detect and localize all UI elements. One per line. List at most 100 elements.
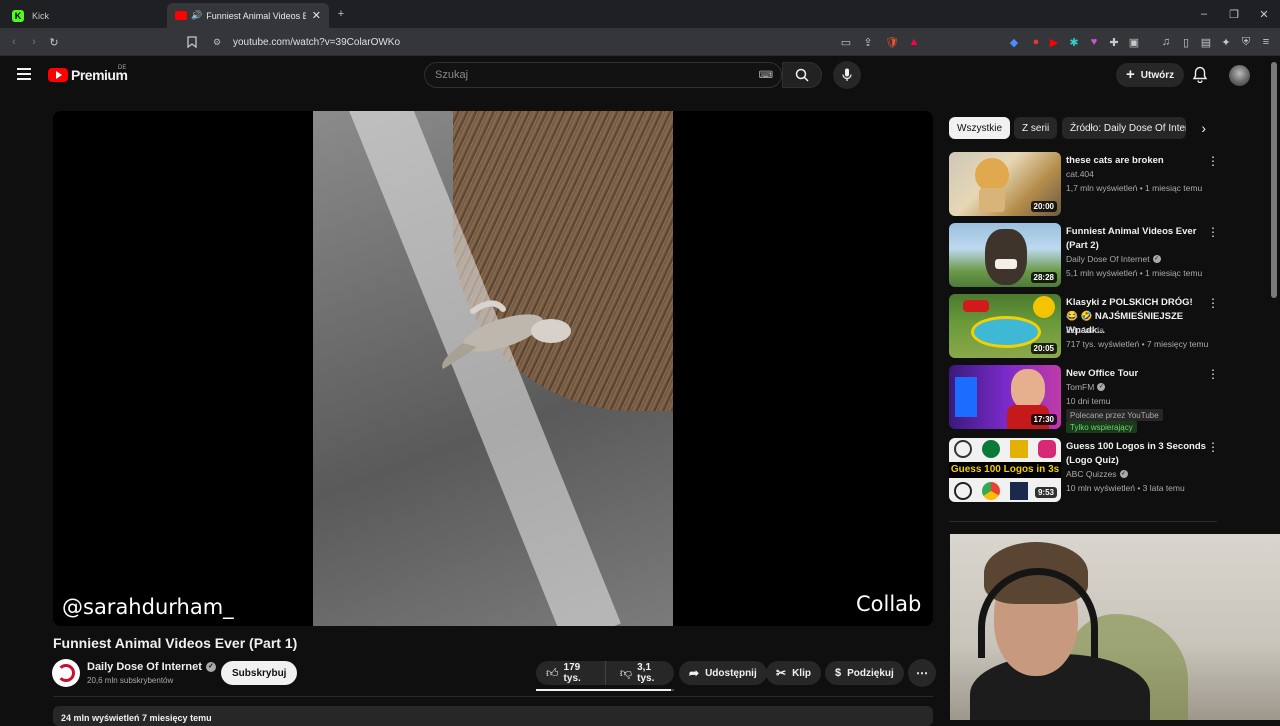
- youtube-premium-logo[interactable]: Premium DE: [48, 65, 128, 83]
- recommendation-stats: 10 mln wyświetleń • 3 lata temu: [1066, 483, 1185, 493]
- chip-all[interactable]: Wszystkie: [949, 117, 1010, 139]
- clip-label: Klip: [792, 667, 811, 679]
- recommendation-channel[interactable]: TomFM ✓: [1066, 382, 1106, 392]
- video-thumbnail[interactable]: 17:30: [949, 365, 1061, 429]
- subscribe-label: Subskrybuj: [232, 667, 287, 679]
- channel-name-link[interactable]: Daily Dose Of Internet ✓: [87, 661, 216, 673]
- like-ratio-fill: [536, 689, 672, 691]
- more-vert-icon[interactable]: ⋮: [1207, 440, 1219, 454]
- cast-icon[interactable]: ▭: [838, 34, 854, 50]
- notifications-bell-icon[interactable]: [1192, 66, 1208, 88]
- leo-icon[interactable]: ✦: [1218, 34, 1234, 50]
- list-item[interactable]: 20:05 Klasyki z POLSKICH DRÓG! 😂 🤣 NAJŚM…: [949, 294, 1229, 360]
- list-item[interactable]: 20:00 these cats are broken cat.404 1,7 …: [949, 152, 1229, 218]
- vpn-icon[interactable]: ⛨: [1238, 34, 1254, 50]
- close-tab-icon[interactable]: ✕: [312, 9, 321, 22]
- sidebar-icon[interactable]: ▯: [1178, 34, 1194, 50]
- brave-rewards-icon[interactable]: ▲: [906, 34, 922, 50]
- thumbs-down-icon: 👎︎: [619, 665, 633, 680]
- recommendation-title: these cats are broken: [1066, 155, 1164, 166]
- plus-icon: +: [1126, 66, 1135, 83]
- menu-icon[interactable]: ≡: [1258, 34, 1274, 50]
- thumb-cup-shape: [979, 188, 1005, 212]
- keyboard-icon[interactable]: ⌨: [759, 70, 773, 81]
- reload-icon[interactable]: ↻: [46, 34, 62, 50]
- search-input[interactable]: Szukaj ⌨: [424, 62, 782, 88]
- more-vert-icon[interactable]: ⋮: [1207, 154, 1219, 168]
- tab-kick[interactable]: K Kick: [4, 3, 164, 28]
- video-thumbnail[interactable]: 20:00: [949, 152, 1061, 216]
- extension-icon[interactable]: ✱: [1066, 34, 1082, 50]
- extension-icon[interactable]: ●: [1028, 34, 1044, 50]
- share-button[interactable]: ➦ Udostępnij: [679, 661, 767, 685]
- chips-next-icon[interactable]: ›: [1186, 117, 1226, 139]
- recommendation-channel[interactable]: EduJazda: [1066, 325, 1104, 335]
- chip-series[interactable]: Z serii: [1014, 117, 1058, 139]
- site-info-icon[interactable]: ⚙: [213, 37, 221, 48]
- bookmark-icon[interactable]: [184, 34, 200, 50]
- share-icon[interactable]: ⇪: [860, 34, 876, 50]
- scissors-icon: ✂: [776, 666, 787, 680]
- video-title: Funniest Animal Videos Ever (Part 1): [53, 635, 298, 651]
- list-item[interactable]: 17:30 New Office Tour TomFM ✓ 10 dni tem…: [949, 365, 1229, 437]
- url-field[interactable]: ⚙ youtube.com/watch?v=39ColarOWKo: [205, 32, 925, 52]
- thanks-button[interactable]: $ Podziękuj: [825, 661, 904, 685]
- recommendation-stats: 1,7 mln wyświetleń • 1 miesiąc temu: [1066, 183, 1203, 193]
- list-item[interactable]: 28:28 Funniest Animal Videos Ever (Part …: [949, 223, 1229, 289]
- recommendation-stats: 10 dni temu: [1066, 396, 1111, 406]
- more-vert-icon[interactable]: ⋮: [1207, 225, 1219, 239]
- new-tab-icon[interactable]: +: [333, 6, 349, 22]
- more-vert-icon[interactable]: ⋮: [1207, 367, 1219, 381]
- divider: [53, 696, 933, 697]
- video-thumbnail[interactable]: 28:28: [949, 223, 1061, 287]
- video-thumbnail[interactable]: 20:05: [949, 294, 1061, 358]
- search-icon: [795, 68, 809, 82]
- extension-icon[interactable]: ▶: [1046, 34, 1062, 50]
- wallet-icon[interactable]: ▤: [1198, 34, 1214, 50]
- back-icon[interactable]: ‹: [6, 34, 22, 50]
- recommendation-channel[interactable]: cat.404: [1066, 169, 1094, 179]
- video-thumbnail[interactable]: Guess 100 Logos in 3s 9:53: [949, 438, 1061, 502]
- forward-icon[interactable]: ›: [26, 34, 42, 50]
- voice-search-button[interactable]: [833, 61, 861, 89]
- channel-avatar[interactable]: [52, 659, 80, 687]
- list-item[interactable]: Guess 100 Logos in 3s 9:53 Guess 100 Log…: [949, 438, 1229, 504]
- like-count: 179 tys.: [563, 662, 581, 684]
- thumb-emoji-shape: [1033, 296, 1055, 318]
- recommendation-channel[interactable]: ABC Quizzes ✓: [1066, 469, 1128, 479]
- overlay-credit: @sarahdurham_: [62, 595, 234, 619]
- screenshot-icon[interactable]: ▣: [1126, 34, 1142, 50]
- more-vert-icon[interactable]: ⋮: [1207, 296, 1219, 310]
- thumb-logos-row: [949, 438, 1061, 460]
- chip-source[interactable]: Źródło: Daily Dose Of Internet: [1062, 117, 1186, 139]
- page-scrollbar-thumb[interactable]: [1271, 62, 1277, 298]
- extension-icon[interactable]: ♥: [1086, 34, 1102, 50]
- video-player[interactable]: @sarahdurham_ Collab: [53, 111, 933, 626]
- subscribe-button[interactable]: Subskrybuj: [221, 661, 298, 685]
- video-squirrel: [442, 300, 571, 369]
- recommendation-title: Guess 100 Logos in 3 Seconds (Logo Quiz): [1066, 441, 1206, 466]
- dislike-button[interactable]: 👎︎ 3,1 tys.: [612, 661, 674, 685]
- hamburger-menu-icon[interactable]: [17, 68, 31, 80]
- thanks-label: Podziękuj: [847, 667, 894, 679]
- minimize-icon[interactable]: –: [1196, 6, 1212, 22]
- browser-tab-bar: K Kick 🔊 Funniest Animal Videos Ever ✕ +…: [0, 0, 1280, 28]
- clip-button[interactable]: ✂ Klip: [766, 661, 821, 685]
- more-actions-button[interactable]: ⋯: [908, 659, 936, 687]
- extension-icon[interactable]: ◆: [1006, 34, 1022, 50]
- brave-shield-icon[interactable]: 🛡: [884, 34, 900, 50]
- like-button[interactable]: 👍︎ 179 tys.: [536, 661, 606, 685]
- description-box[interactable]: 24 mln wyświetleń 7 miesięcy temu: [53, 706, 933, 726]
- create-button[interactable]: + Utwórz: [1116, 63, 1185, 87]
- verified-icon: ✓: [1152, 255, 1161, 263]
- media-icon[interactable]: ♫: [1158, 34, 1174, 50]
- maximize-icon[interactable]: ❐: [1226, 6, 1242, 22]
- avatar[interactable]: [1229, 65, 1250, 86]
- recommendation-stats: 717 tys. wyświetleń • 7 miesięcy temu: [1066, 339, 1209, 349]
- tab-youtube[interactable]: 🔊 Funniest Animal Videos Ever ✕: [167, 3, 329, 28]
- extensions-puzzle-icon[interactable]: ✚: [1106, 34, 1122, 50]
- close-window-icon[interactable]: ✕: [1256, 6, 1272, 22]
- search-button[interactable]: [782, 62, 822, 88]
- video-frame: [313, 111, 673, 626]
- recommendation-channel[interactable]: Daily Dose Of Internet ✓: [1066, 254, 1161, 264]
